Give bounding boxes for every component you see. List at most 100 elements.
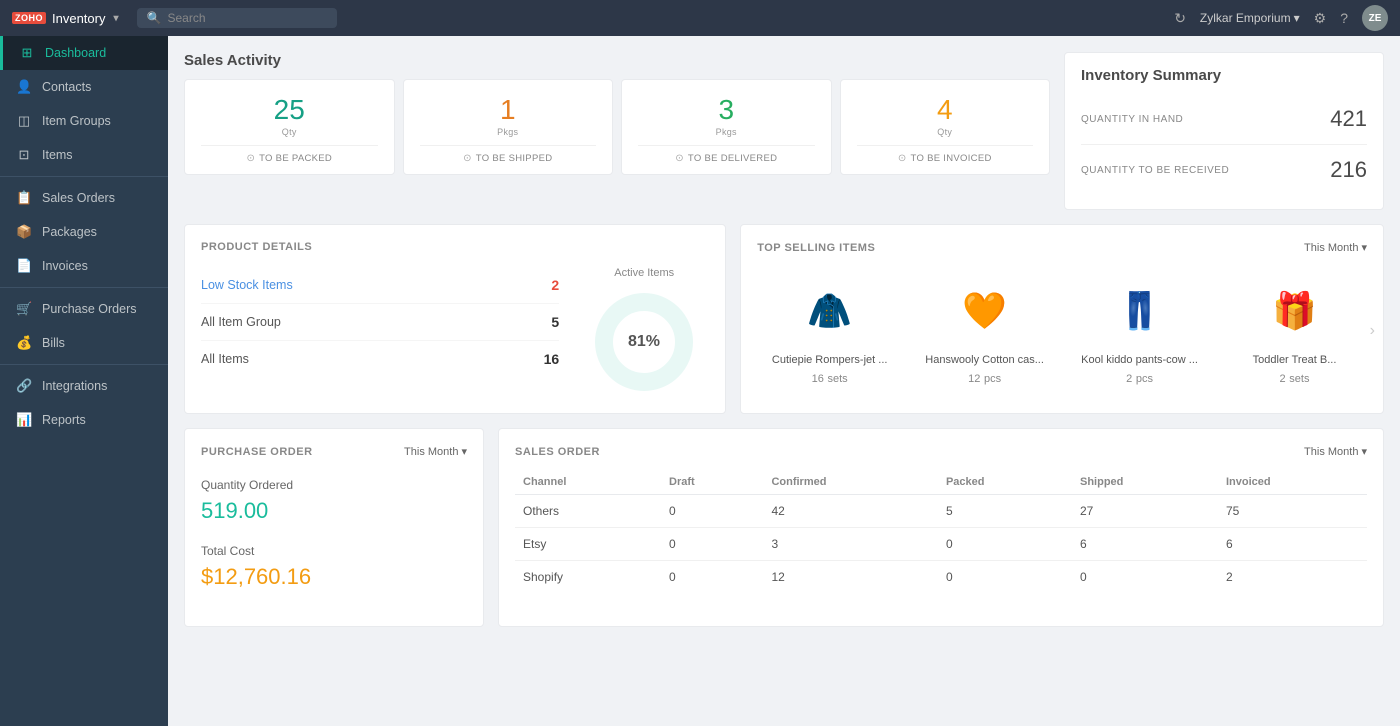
search-icon: 🔍 xyxy=(147,11,162,25)
ts-qty-3: 2 pcs xyxy=(1071,370,1208,385)
sidebar-item-invoices[interactable]: 📄 Invoices xyxy=(0,249,168,283)
row-packed-others: 5 xyxy=(938,495,1072,528)
ts-img-4: 🎁 xyxy=(1260,276,1330,346)
stat-footer-delivered: ⊙ TO BE DELIVERED xyxy=(638,145,815,164)
sidebar-item-label: Item Groups xyxy=(42,114,111,128)
sidebar-item-purchase-orders[interactable]: 🛒 Purchase Orders xyxy=(0,292,168,326)
help-icon[interactable]: ? xyxy=(1340,10,1348,26)
pd-row-all-items[interactable]: All Items 16 xyxy=(201,341,559,377)
ts-item-4[interactable]: 🎁 Toddler Treat B... 2 sets xyxy=(1222,268,1367,393)
invoices-icon: 📄 xyxy=(16,258,32,274)
ts-next-icon[interactable]: › xyxy=(1370,322,1375,340)
sidebar-item-label: Sales Orders xyxy=(42,191,115,205)
row-packed-etsy: 0 xyxy=(938,528,1072,561)
ts-img-1: 🧥 xyxy=(795,276,865,346)
pd-value-low-stock: 2 xyxy=(551,277,559,293)
sidebar-item-sales-orders[interactable]: 📋 Sales Orders xyxy=(0,181,168,215)
row-invoiced-etsy: 6 xyxy=(1218,528,1367,561)
sidebar-item-bills[interactable]: 💰 Bills xyxy=(0,326,168,360)
ts-header: TOP SELLING ITEMS This Month ▾ xyxy=(757,241,1367,254)
col-draft: Draft xyxy=(661,470,763,495)
stat-number-invoiced: 4 xyxy=(857,94,1034,126)
search-bar[interactable]: 🔍 xyxy=(137,8,337,28)
stat-card-to-be-delivered[interactable]: 3 Pkgs ⊙ TO BE DELIVERED xyxy=(621,79,832,175)
invoiced-icon: ⊙ xyxy=(898,153,907,164)
po-qty-value: 519.00 xyxy=(201,498,467,524)
search-input[interactable] xyxy=(167,11,307,25)
middle-row: PRODUCT DETAILS Low Stock Items 2 All It… xyxy=(184,224,1384,414)
sidebar-item-label: Reports xyxy=(42,413,86,427)
col-invoiced: Invoiced xyxy=(1218,470,1367,495)
po-title: PURCHASE ORDER xyxy=(201,446,313,458)
top-selling-section: TOP SELLING ITEMS This Month ▾ 🧥 Cutiepi… xyxy=(740,224,1384,414)
row-draft-shopify: 0 xyxy=(661,561,763,594)
sidebar-item-label: Integrations xyxy=(42,379,107,393)
so-header: SALES ORDER This Month ▾ xyxy=(515,445,1367,458)
row-packed-shopify: 0 xyxy=(938,561,1072,594)
pd-row-low-stock[interactable]: Low Stock Items 2 xyxy=(201,267,559,304)
ts-qty-2: 12 pcs xyxy=(916,370,1053,385)
sidebar-item-contacts[interactable]: 👤 Contacts xyxy=(0,70,168,104)
donut-label: Active Items xyxy=(614,267,674,279)
stat-number-shipped: 1 xyxy=(420,94,597,126)
ts-item-2[interactable]: 🧡 Hanswooly Cotton cas... 12 pcs xyxy=(912,268,1057,393)
ts-filter[interactable]: This Month ▾ xyxy=(1304,241,1367,254)
so-filter[interactable]: This Month ▾ xyxy=(1304,445,1367,458)
ts-img-2: 🧡 xyxy=(950,276,1020,346)
ts-name-4: Toddler Treat B... xyxy=(1226,354,1363,366)
settings-icon[interactable]: ⚙ xyxy=(1314,10,1327,27)
sidebar-item-dashboard[interactable]: ⊞ Dashboard xyxy=(0,36,168,70)
contacts-icon: 👤 xyxy=(16,79,32,95)
sidebar-item-label: Invoices xyxy=(42,259,88,273)
row-channel-shopify: Shopify xyxy=(515,561,661,594)
inv-row-receive: QUANTITY TO BE RECEIVED 216 xyxy=(1081,145,1367,195)
row-draft-etsy: 0 xyxy=(661,528,763,561)
sidebar-item-items[interactable]: ⊡ Items xyxy=(0,138,168,172)
stat-card-to-be-invoiced[interactable]: 4 Qty ⊙ TO BE INVOICED xyxy=(840,79,1051,175)
sidebar-item-packages[interactable]: 📦 Packages xyxy=(0,215,168,249)
col-shipped: Shipped xyxy=(1072,470,1218,495)
stat-footer-label: TO BE INVOICED xyxy=(911,153,992,164)
pd-value-all-item-group: 5 xyxy=(551,314,559,330)
ts-item-3[interactable]: 👖 Kool kiddo pants-cow ... 2 pcs xyxy=(1067,268,1212,393)
sidebar-item-label: Purchase Orders xyxy=(42,302,136,316)
stat-footer-shipped: ⊙ TO BE SHIPPED xyxy=(420,145,597,164)
delivered-icon: ⊙ xyxy=(675,153,684,164)
pd-row-all-item-group[interactable]: All Item Group 5 xyxy=(201,304,559,341)
inv-value-hand: 421 xyxy=(1330,106,1367,132)
sidebar-item-item-groups[interactable]: ◫ Item Groups xyxy=(0,104,168,138)
ts-name-2: Hanswooly Cotton cas... xyxy=(916,354,1053,366)
stat-unit-shipped: Pkgs xyxy=(420,127,597,137)
ts-filter-icon: ▾ xyxy=(1361,241,1367,254)
app-name: Inventory xyxy=(52,11,105,26)
stat-footer-label: TO BE DELIVERED xyxy=(688,153,777,164)
po-filter[interactable]: This Month ▾ xyxy=(404,445,467,458)
ts-item-1[interactable]: 🧥 Cutiepie Rompers-jet ... 16 sets xyxy=(757,268,902,393)
ts-title: TOP SELLING ITEMS xyxy=(757,242,875,254)
org-name[interactable]: Zylkar Emporium ▾ xyxy=(1200,11,1300,25)
stat-card-to-be-shipped[interactable]: 1 Pkgs ⊙ TO BE SHIPPED xyxy=(403,79,614,175)
refresh-icon[interactable]: ↻ xyxy=(1174,10,1186,27)
avatar[interactable]: ZE xyxy=(1362,5,1388,31)
org-dropdown-icon: ▾ xyxy=(1294,11,1300,25)
sales-activity-section: Sales Activity 25 Qty ⊙ TO BE PACKED 1 P… xyxy=(184,52,1050,210)
inv-row-hand: QUANTITY IN HAND 421 xyxy=(1081,94,1367,145)
pd-label-low-stock: Low Stock Items xyxy=(201,278,293,292)
ts-name-1: Cutiepie Rompers-jet ... xyxy=(761,354,898,366)
pd-stats: Low Stock Items 2 All Item Group 5 All I… xyxy=(201,267,559,397)
stat-card-to-be-packed[interactable]: 25 Qty ⊙ TO BE PACKED xyxy=(184,79,395,175)
app-body: ⊞ Dashboard 👤 Contacts ◫ Item Groups ⊡ I… xyxy=(0,36,1400,726)
app-dropdown-icon[interactable]: ▾ xyxy=(113,13,118,24)
sidebar-item-reports[interactable]: 📊 Reports xyxy=(0,403,168,437)
po-cost-stat: Total Cost $12,760.16 xyxy=(201,544,467,590)
row-shipped-etsy: 6 xyxy=(1072,528,1218,561)
app-logo: ZOHO Inventory ▾ xyxy=(12,11,119,26)
ts-img-3: 👖 xyxy=(1105,276,1175,346)
item-groups-icon: ◫ xyxy=(16,113,32,129)
topnav-right: ↻ Zylkar Emporium ▾ ⚙ ? ZE xyxy=(1174,5,1388,31)
donut-svg: 81% xyxy=(589,287,699,397)
purchase-order-section: PURCHASE ORDER This Month ▾ Quantity Ord… xyxy=(184,428,484,627)
sidebar-item-integrations[interactable]: 🔗 Integrations xyxy=(0,369,168,403)
sales-order-section: SALES ORDER This Month ▾ Channel Draft C… xyxy=(498,428,1384,627)
pd-value-all-items: 16 xyxy=(544,351,560,367)
